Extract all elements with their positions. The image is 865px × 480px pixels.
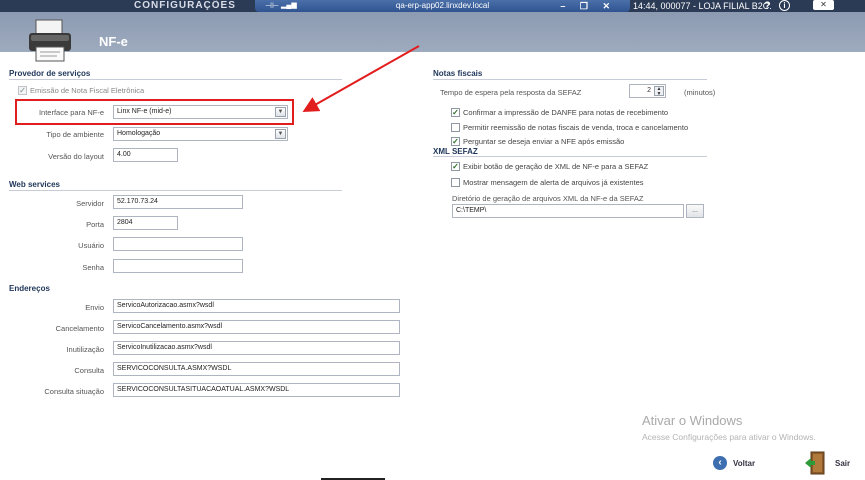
back-button[interactable]: ‹ Voltar <box>713 456 755 470</box>
section-provedor: Provedor de serviços <box>9 69 91 78</box>
consulta-situacao-input[interactable]: SERVICOCONSULTASITUACAOATUAL.ASMX?WSDL <box>113 383 400 397</box>
cancelamento-label: Cancelamento <box>55 324 104 333</box>
cancelamento-input[interactable]: ServicoCancelamento.asmx?wsdl <box>113 320 400 334</box>
top-bar: CONFIGURAÇÕES ⊣⊢ ▂▄▆ qa-erp-app02.linxde… <box>0 0 865 12</box>
spinner-arrows-icon[interactable]: ▲ ▼ <box>654 86 664 97</box>
close-button[interactable]: ✕ <box>813 0 834 10</box>
envio-label: Envio <box>85 303 104 312</box>
consulta-situacao-label: Consulta situação <box>44 387 104 396</box>
emissao-checkbox-row[interactable]: ✓ Emissão de Nota Fiscal Eletrônica <box>18 86 144 95</box>
browse-button[interactable]: ... <box>686 204 704 218</box>
porta-label: Porta <box>86 220 104 229</box>
section-divider <box>433 156 707 157</box>
ambiente-select[interactable]: Homologação ▼ <box>113 127 288 141</box>
espera-spinner[interactable]: 2 ▲ ▼ <box>629 84 666 98</box>
emissao-checkbox[interactable]: ✓ <box>18 86 27 95</box>
back-arrow-icon: ‹ <box>713 456 727 470</box>
mostrar-checkbox[interactable] <box>451 178 460 187</box>
senha-input[interactable] <box>113 259 243 273</box>
perguntar-checkbox[interactable]: ✓ <box>451 137 460 146</box>
highlight-box <box>15 99 294 125</box>
section-divider <box>433 79 707 80</box>
ambiente-label: Tipo de ambiente <box>46 130 104 139</box>
section-enderecos: Endereços <box>9 284 50 293</box>
perguntar-checkbox-row[interactable]: ✓ Perguntar se deseja enviar a NFE após … <box>451 137 624 146</box>
senha-label: Senha <box>82 263 104 272</box>
close-icon: ✕ <box>820 0 827 9</box>
espera-label: Tempo de espera pela resposta da SEFAZ <box>440 88 582 97</box>
diretorio-label: Diretório de geração de arquivos XML da … <box>452 194 644 203</box>
printer-icon <box>29 19 71 62</box>
app-title: CONFIGURAÇÕES <box>134 0 236 11</box>
versao-label: Versão do layout <box>48 152 104 161</box>
confirmar-checkbox[interactable]: ✓ <box>451 108 460 117</box>
activation-watermark-subtitle: Acesse Configurações para ativar o Windo… <box>642 432 816 442</box>
consulta-label: Consulta <box>74 366 104 375</box>
servidor-label: Servidor <box>76 199 104 208</box>
page-title: NF-e <box>99 34 128 49</box>
emissao-label: Emissão de Nota Fiscal Eletrônica <box>30 86 145 95</box>
permitir-label: Permitir reemissão de notas fiscais de v… <box>463 123 689 132</box>
inutilizacao-label: Inutilização <box>66 345 104 354</box>
activation-watermark-title: Ativar o Windows <box>642 413 743 428</box>
exibir-label: Exibir botão de geração de XML de NF-e p… <box>463 162 649 171</box>
header: NF-e <box>0 12 865 52</box>
section-divider <box>9 190 342 191</box>
section-xml: XML SEFAZ <box>433 147 478 156</box>
consulta-input[interactable]: SERVICOCONSULTA.ASMX?WSDL <box>113 362 400 376</box>
section-divider <box>9 79 342 80</box>
usuario-input[interactable] <box>113 237 243 251</box>
permitir-checkbox[interactable] <box>451 123 460 132</box>
section-notas: Notas fiscais <box>433 69 483 78</box>
inutilizacao-input[interactable]: ServicoInutilizacao.asmx?wsdl <box>113 341 400 355</box>
section-webservices: Web services <box>9 180 60 189</box>
ambiente-value: Homologação <box>117 130 161 137</box>
confirmar-label: Confirmar a impressão de DANFE para nota… <box>463 108 669 117</box>
remote-window-controls[interactable]: – ❐ ✕ <box>560 0 616 12</box>
perguntar-label: Perguntar se deseja enviar a NFE após em… <box>463 137 625 146</box>
exibir-checkbox-row[interactable]: ✓ Exibir botão de geração de XML de NF-e… <box>451 162 648 171</box>
help-icon[interactable]: ? <box>764 0 771 12</box>
permitir-checkbox-row[interactable]: Permitir reemissão de notas fiscais de v… <box>451 123 688 132</box>
porta-input[interactable]: 2804 <box>113 216 178 230</box>
remote-connection-bar: ⊣⊢ ▂▄▆ qa-erp-app02.linxdev.local – ❐ ✕ <box>255 0 630 12</box>
mostrar-label: Mostrar mensagem de alerta de arquivos j… <box>463 178 644 187</box>
info-icon[interactable]: i <box>779 0 790 11</box>
versao-input[interactable]: 4.00 <box>113 148 178 162</box>
mostrar-checkbox-row[interactable]: Mostrar mensagem de alerta de arquivos j… <box>451 178 644 187</box>
servidor-input[interactable]: 52.170.73.24 <box>113 195 243 209</box>
exit-door-icon <box>805 451 825 475</box>
back-label: Voltar <box>733 458 756 468</box>
envio-input[interactable]: ServicoAutorizacao.asmx?wsdl <box>113 299 400 313</box>
confirmar-checkbox-row[interactable]: ✓ Confirmar a impressão de DANFE para no… <box>451 108 668 117</box>
espera-value: 2 <box>647 87 651 94</box>
exit-button[interactable]: Sair <box>804 451 850 475</box>
diretorio-input[interactable]: C:\TEMP\ <box>452 204 684 218</box>
exibir-checkbox[interactable]: ✓ <box>451 162 460 171</box>
usuario-label: Usuário <box>78 241 104 250</box>
chevron-down-icon[interactable]: ▼ <box>275 129 286 139</box>
status-text: 14:44, 000077 - LOJA FILIAL B2C. <box>633 1 772 11</box>
exit-label: Sair <box>835 458 851 468</box>
espera-unit: (minutos) <box>684 88 716 97</box>
